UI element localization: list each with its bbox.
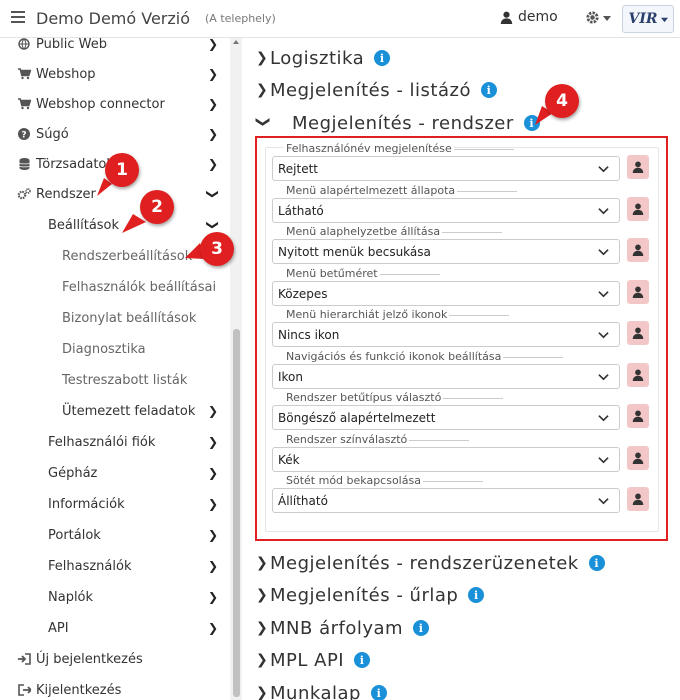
annotation-marker-4: 4	[545, 84, 579, 118]
annotation-marker-2: 2	[140, 190, 174, 224]
annotation-marker-3: 3	[200, 232, 234, 266]
annotation-marker-1: 1	[105, 153, 139, 187]
